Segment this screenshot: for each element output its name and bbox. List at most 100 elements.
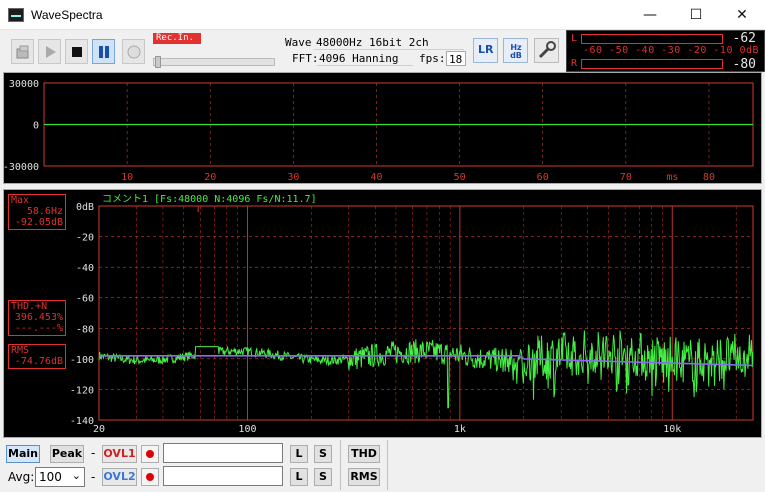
ovl1-save-button[interactable]: S	[314, 445, 332, 463]
spectrum-y-tick: -20	[76, 233, 94, 244]
spectrum-x-tick: 10k	[663, 424, 681, 435]
fps-field[interactable]: 18	[446, 51, 466, 66]
wave-x-tick: 30	[287, 172, 299, 183]
stop-button[interactable]	[65, 39, 88, 64]
wave-x-tick: 70	[620, 172, 632, 183]
thd-button[interactable]: THD	[348, 445, 380, 463]
rms-title: RMS	[11, 345, 30, 356]
meter-right-bar	[581, 59, 723, 69]
spectrum-frame	[98, 205, 754, 421]
meter-right-channel-label: R	[571, 58, 578, 69]
maximize-button[interactable]: ☐	[673, 0, 719, 30]
divider-2	[387, 440, 388, 490]
open-file-icon	[16, 45, 28, 58]
spectrum-display[interactable]: 0dB -20 -40 -60 -80 -100 -120 -140 20 100 1k 10k コメン…	[3, 189, 762, 438]
wave-x-tick: 60	[537, 172, 549, 183]
dash-separator-2: -	[91, 470, 96, 484]
slider-thumb[interactable]	[155, 56, 161, 68]
app-icon	[8, 8, 24, 22]
spectrum-y-tick: -40	[76, 263, 94, 274]
rms-info-box: RMS -74.76dB	[8, 344, 66, 369]
hz-db-settings-button[interactable]: Hz dB	[503, 38, 528, 63]
spectrum-y-tick: -140	[70, 416, 94, 427]
spectrum-x-tick: 20	[93, 424, 105, 435]
rms-button[interactable]: RMS	[348, 468, 380, 486]
wave-x-unit: ms	[666, 172, 678, 183]
pause-button[interactable]	[92, 39, 115, 64]
wave-format-field: 48000Hz 16bit 2ch	[314, 35, 464, 50]
waveform-plot: 10 20 30 40 50 60 70 80 ms 30000 0 -30000	[3, 79, 754, 183]
hz-db-label: Hz dB	[510, 43, 522, 60]
ovl2-record-button[interactable]	[141, 468, 159, 486]
ovl2-comment-input[interactable]	[163, 466, 283, 486]
chevron-down-icon: ⌄	[71, 469, 81, 482]
ovl1-button[interactable]: OVL1	[102, 445, 137, 463]
avg-label: Avg:	[8, 470, 35, 484]
spectrum-x-tick: 1k	[454, 424, 466, 435]
wave-y-tick: 0	[33, 121, 39, 132]
level-meter: L -62 -60 -50 -40 -30 -20 -10 0dB R -80	[566, 30, 765, 72]
avg-select-value: 100	[39, 470, 62, 484]
thd-title: THD.+N	[11, 301, 48, 312]
meter-left-bar	[581, 34, 723, 44]
bottom-bar: Main Peak - - OVL1 L S Avg: 100 ⌄ OVL2 L…	[0, 440, 765, 492]
pause-icon	[98, 45, 109, 58]
wave-x-tick: 20	[204, 172, 216, 183]
meter-left-value: -62	[732, 31, 756, 46]
stop-icon	[71, 46, 82, 57]
spectrum-y-tick: -80	[76, 324, 94, 335]
meter-right-value: -80	[732, 57, 756, 72]
window-title: WaveSpectra	[31, 8, 103, 22]
minimize-button[interactable]: —	[627, 0, 673, 30]
main-button[interactable]: Main	[6, 445, 40, 463]
max-title: Max	[11, 195, 30, 206]
divider	[340, 440, 341, 490]
channel-lr-button[interactable]: LR	[473, 38, 498, 63]
ovl2-save-button[interactable]: S	[314, 468, 332, 486]
close-button[interactable]: ✕	[719, 0, 765, 30]
fft-setting-field: 4096 Hanning	[317, 51, 413, 66]
spectrum-y-tick: -120	[70, 385, 94, 396]
avg-select[interactable]: 100 ⌄	[35, 467, 85, 487]
title-bar: WaveSpectra — ☐ ✕	[0, 0, 765, 30]
rms-value: -74.76dB	[14, 356, 63, 367]
spectrum-trace	[98, 330, 754, 409]
play-button[interactable]	[38, 39, 61, 64]
wave-y-tick: 30000	[9, 79, 39, 90]
wave-x-tick: 80	[703, 172, 715, 183]
wrench-icon	[538, 41, 556, 59]
thd-info-box: THD.+N 396.453% ---.---%	[8, 300, 66, 336]
waveform-display[interactable]: 10 20 30 40 50 60 70 80 ms 30000 0 -30000	[3, 72, 762, 184]
max-info-box: Max 58.6Hz -92.05dB	[8, 194, 66, 230]
record-icon	[127, 45, 140, 58]
meter-scale: -60 -50 -40 -30 -20 -10 0dB	[583, 45, 760, 56]
spectrum-y-tick: 0dB	[76, 202, 94, 213]
fft-label: FFT:	[292, 52, 319, 65]
fps-label: fps:	[419, 52, 446, 65]
spectrum-x-tick: 100	[238, 424, 256, 435]
max-frequency: 58.6Hz	[26, 206, 63, 217]
ovl2-load-button[interactable]: L	[290, 468, 308, 486]
ovl1-record-button[interactable]	[141, 445, 159, 463]
wave-x-tick: 50	[454, 172, 466, 183]
spectrum-comment: コメント1 [Fs:48000 N:4096 Fs/N:11.7]	[102, 194, 317, 205]
dash-separator: -	[91, 446, 96, 460]
settings-button[interactable]	[534, 38, 559, 63]
lr-label: LR	[478, 43, 494, 56]
meter-left-channel-label: L	[571, 33, 578, 44]
spectrum-plot: 0dB -20 -40 -60 -80 -100 -120 -14020 100 1k 10k コメン…	[70, 194, 754, 435]
play-icon	[45, 45, 56, 58]
ovl1-comment-input[interactable]	[163, 443, 283, 463]
max-level: -92.05dB	[14, 217, 63, 228]
input-level-slider[interactable]	[153, 56, 275, 68]
open-file-button[interactable]	[11, 39, 34, 64]
record-button[interactable]	[122, 39, 145, 64]
peak-button[interactable]: Peak	[50, 445, 84, 463]
ovl2-button[interactable]: OVL2	[102, 468, 137, 486]
ovl1-load-button[interactable]: L	[290, 445, 308, 463]
spectrum-y-tick: -100	[70, 355, 94, 366]
wave-y-tick: -30000	[4, 162, 39, 173]
wave-x-tick: 40	[370, 172, 382, 183]
thd-value: 396.453%	[14, 312, 63, 323]
spectrum-y-tick: -60	[76, 294, 94, 305]
